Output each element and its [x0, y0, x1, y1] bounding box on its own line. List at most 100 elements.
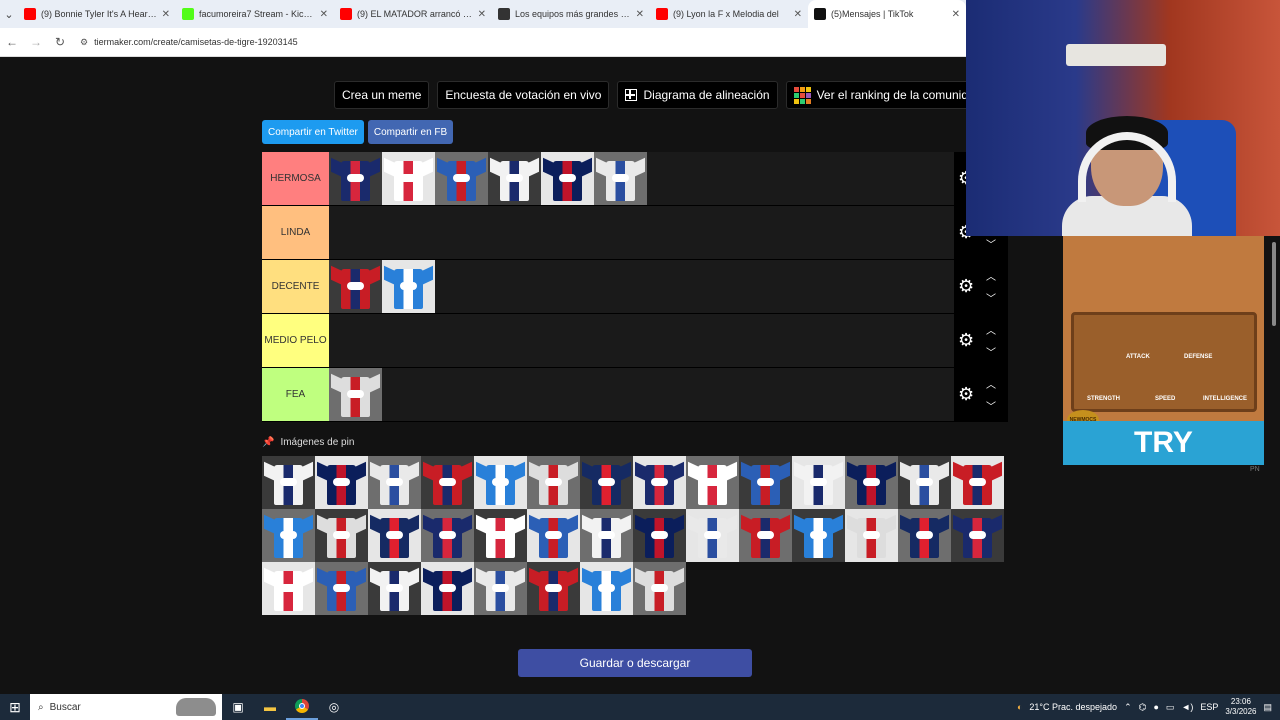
jersey-image[interactable]: [580, 509, 633, 562]
chevron-up-icon[interactable]: ︿: [986, 376, 996, 391]
create-meme-button[interactable]: Crea un meme: [334, 81, 430, 109]
save-download-button[interactable]: Guardar o descargar: [518, 649, 752, 677]
chevron-down-icon[interactable]: ﹀: [986, 398, 996, 413]
share-twitter-button[interactable]: Compartir en Twitter: [262, 120, 364, 144]
tier-label[interactable]: FEA: [262, 368, 329, 421]
browser-tab[interactable]: facumoreira7 Stream - Kick Dat ✕: [176, 0, 334, 28]
url-field[interactable]: ⚙ tiermaker.com/create/camisetas-de-tigr…: [80, 37, 298, 48]
jersey-image[interactable]: [262, 562, 315, 615]
share-facebook-button[interactable]: Compartir en FB: [367, 120, 454, 144]
jersey-image[interactable]: [633, 456, 686, 509]
jersey-image[interactable]: [739, 456, 792, 509]
tier-dropzone[interactable]: [329, 152, 1008, 205]
tab-list-button[interactable]: ⌄: [0, 0, 18, 28]
jersey-image[interactable]: [686, 509, 739, 562]
obs-icon[interactable]: ◎: [318, 694, 350, 720]
display-icon[interactable]: ▭: [1166, 702, 1175, 713]
jersey-image[interactable]: [329, 368, 382, 421]
jersey-image[interactable]: [262, 456, 315, 509]
jersey-image[interactable]: [951, 456, 1004, 509]
volume-icon[interactable]: ◄): [1181, 702, 1193, 712]
jersey-image[interactable]: [633, 509, 686, 562]
jersey-image[interactable]: [421, 456, 474, 509]
scrollbar-thumb[interactable]: [1272, 242, 1276, 326]
chevron-down-icon[interactable]: ﹀: [986, 344, 996, 359]
site-info-icon[interactable]: ⚙: [80, 37, 88, 48]
gear-icon[interactable]: ⚙: [958, 385, 976, 403]
jersey-image[interactable]: [315, 509, 368, 562]
jersey-image[interactable]: [368, 562, 421, 615]
jersey-image[interactable]: [594, 152, 647, 205]
tier-label[interactable]: DECENTE: [262, 260, 329, 313]
jersey-image[interactable]: [792, 509, 845, 562]
tier-label[interactable]: LINDA: [262, 206, 329, 259]
tray-chevron-icon[interactable]: ⌃: [1124, 702, 1132, 713]
jersey-image[interactable]: [382, 152, 435, 205]
jersey-image[interactable]: [898, 509, 951, 562]
jersey-image[interactable]: [315, 456, 368, 509]
taskbar-search[interactable]: ⌕ Buscar: [30, 694, 222, 720]
chevron-down-icon[interactable]: ﹀: [986, 290, 996, 305]
page-scrollbar[interactable]: [1270, 236, 1278, 694]
windows-start-icon[interactable]: ⊞: [0, 694, 30, 720]
jersey-image[interactable]: [382, 260, 435, 313]
ad-try-button[interactable]: TRY: [1063, 421, 1264, 465]
community-ranking-button[interactable]: Ver el ranking de la comunidad: [785, 81, 990, 109]
browser-tab[interactable]: (9) EL MATADOR arrancó con d ✕: [334, 0, 492, 28]
forward-icon[interactable]: →: [24, 35, 48, 49]
network-icon[interactable]: ⌬: [1139, 702, 1147, 713]
jersey-image[interactable]: [421, 562, 474, 615]
close-tab-icon[interactable]: ✕: [320, 9, 328, 20]
close-tab-icon[interactable]: ✕: [636, 9, 644, 20]
jersey-image[interactable]: [262, 509, 315, 562]
tier-dropzone[interactable]: [329, 206, 1008, 259]
tier-label[interactable]: HERMOSA: [262, 152, 329, 205]
jersey-image[interactable]: [898, 456, 951, 509]
notifications-icon[interactable]: ▤: [1263, 702, 1272, 713]
gear-icon[interactable]: ⚙: [958, 331, 976, 349]
jersey-image[interactable]: [368, 509, 421, 562]
chevron-down-icon[interactable]: ﹀: [986, 236, 996, 251]
task-view-icon[interactable]: ▣: [222, 694, 254, 720]
language-indicator[interactable]: ESP: [1200, 702, 1218, 712]
jersey-image[interactable]: [329, 152, 382, 205]
jersey-image[interactable]: [951, 509, 1004, 562]
jersey-image[interactable]: [792, 456, 845, 509]
tier-dropzone[interactable]: [329, 368, 1008, 421]
tier-dropzone[interactable]: [329, 314, 1008, 367]
microphone-icon[interactable]: ●: [1153, 702, 1158, 712]
chrome-icon[interactable]: [286, 694, 318, 720]
jersey-image[interactable]: [435, 152, 488, 205]
jersey-image[interactable]: [739, 509, 792, 562]
browser-tab[interactable]: (9) Lyon la F x Melodia del ✕: [650, 0, 808, 28]
browser-tab[interactable]: (9) Bonnie Tyler It's A Heartache ✕: [18, 0, 176, 28]
jersey-image[interactable]: [686, 456, 739, 509]
browser-tab[interactable]: (5)Mensajes | TikTok ✕: [808, 0, 966, 28]
jersey-image[interactable]: [580, 456, 633, 509]
jersey-image[interactable]: [541, 152, 594, 205]
close-tab-icon[interactable]: ✕: [162, 9, 170, 20]
browser-tab[interactable]: Los equipos más grandes del ✕: [492, 0, 650, 28]
jersey-image[interactable]: [580, 562, 633, 615]
tier-label[interactable]: MEDIO PELO: [262, 314, 329, 367]
jersey-image[interactable]: [474, 456, 527, 509]
jersey-image[interactable]: [421, 509, 474, 562]
jersey-image[interactable]: [527, 509, 580, 562]
close-tab-icon[interactable]: ✕: [478, 9, 486, 20]
file-explorer-icon[interactable]: ▬: [254, 694, 286, 720]
lineup-diagram-button[interactable]: Diagrama de alineación: [617, 81, 778, 109]
jersey-image[interactable]: [368, 456, 421, 509]
close-tab-icon[interactable]: ✕: [952, 9, 960, 20]
jersey-image[interactable]: [474, 562, 527, 615]
jersey-image[interactable]: [845, 509, 898, 562]
chevron-up-icon[interactable]: ︿: [986, 268, 996, 283]
jersey-image[interactable]: [845, 456, 898, 509]
tier-dropzone[interactable]: [329, 260, 1008, 313]
weather-text[interactable]: 21°C Prac. despejado: [1029, 702, 1117, 712]
jersey-image[interactable]: [329, 260, 382, 313]
close-tab-icon[interactable]: ✕: [794, 9, 802, 20]
clock[interactable]: 23:06 3/3/2026: [1225, 697, 1256, 717]
jersey-image[interactable]: [633, 562, 686, 615]
reload-icon[interactable]: ↻: [48, 35, 72, 49]
back-icon[interactable]: ←: [0, 35, 24, 49]
